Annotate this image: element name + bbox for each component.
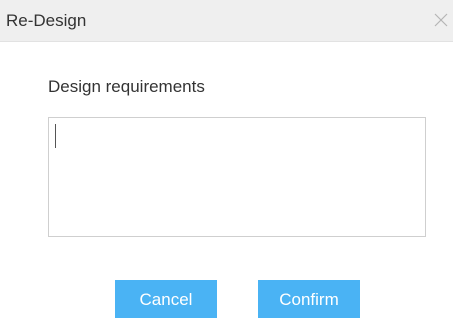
confirm-button[interactable]: Confirm — [258, 280, 360, 318]
close-icon[interactable] — [433, 12, 449, 28]
re-design-dialog: Re-Design Design requirements Cancel Con… — [0, 0, 453, 322]
dialog-titlebar: Re-Design — [0, 0, 453, 42]
cancel-button[interactable]: Cancel — [115, 280, 217, 318]
dialog-title: Re-Design — [6, 11, 87, 30]
design-requirements-input[interactable] — [48, 117, 426, 237]
design-requirements-label: Design requirements — [48, 77, 205, 96]
close-icon-svg — [434, 13, 448, 27]
text-caret — [55, 124, 56, 148]
